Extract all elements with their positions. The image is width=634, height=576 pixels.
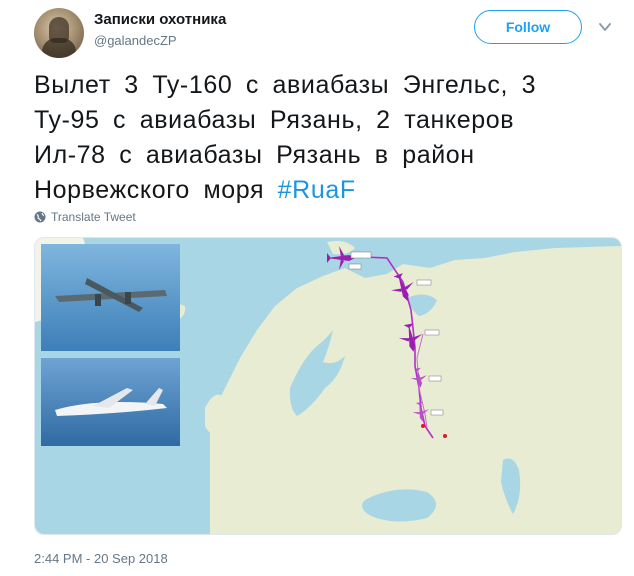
tweet-line: Ту-95 с авиабазы Рязань, 2 танкеров: [34, 106, 515, 134]
tu95-engine: [95, 294, 101, 306]
airbase-marker: [443, 434, 447, 438]
translate-tweet-link[interactable]: Translate Tweet: [34, 210, 136, 224]
tweet-line: Вылет 3 Ту-160 с авиабазы Энгельс, 3: [34, 71, 537, 99]
avatar-figure-body: [42, 38, 76, 58]
tweet-media[interactable]: [34, 237, 622, 535]
aircraft-tag: [424, 329, 440, 336]
tweet-text: Вылет 3 Ту-160 с авиабазы Энгельс, 3 Ту-…: [34, 68, 594, 208]
translate-label: Translate Tweet: [51, 210, 136, 224]
avatar[interactable]: [34, 8, 84, 58]
aircraft-tag: [416, 279, 432, 286]
photo-tu160[interactable]: [41, 358, 180, 446]
globe-icon: [34, 211, 46, 223]
aircraft-tag: [348, 263, 362, 270]
tweet-line: Ил-78 с авиабазы Рязань в район: [34, 141, 475, 169]
chevron-down-icon[interactable]: [598, 20, 612, 34]
tweet-timestamp[interactable]: 2:44 PM - 20 Sep 2018: [34, 551, 168, 566]
airbase-marker: [421, 424, 425, 428]
aircraft-tag: [430, 409, 444, 416]
flight-map: [35, 238, 621, 534]
tweet-line: Норвежского моря: [34, 176, 278, 204]
tweet-line-last: Норвежского моря #RuaF: [34, 173, 594, 208]
aircraft-tag: [428, 375, 442, 382]
follow-button[interactable]: Follow: [474, 10, 582, 44]
hashtag-link[interactable]: #RuaF: [278, 176, 356, 204]
photo-tu95[interactable]: [41, 244, 180, 351]
tu95-engine: [125, 292, 131, 304]
aircraft-tag: [350, 251, 372, 259]
author-name[interactable]: Записки охотника: [94, 11, 226, 28]
author-handle[interactable]: @galandecZP: [94, 33, 177, 48]
